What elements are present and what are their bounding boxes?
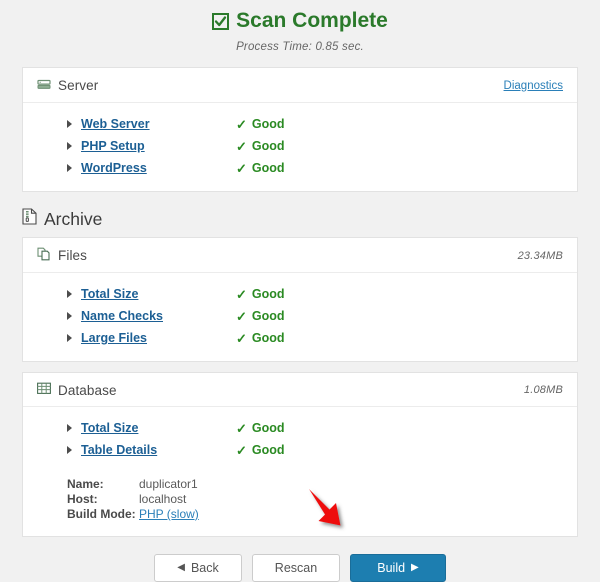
- status-badge: ✓ Good: [236, 421, 285, 435]
- check-label[interactable]: Name Checks: [81, 309, 236, 323]
- server-checks-list: Web Server ✓ Good PHP Setup ✓ Good WordP…: [23, 103, 577, 191]
- caret-right-icon[interactable]: [67, 446, 72, 454]
- check-label[interactable]: Table Details: [81, 443, 236, 457]
- database-panel-title: Database: [58, 382, 117, 398]
- rescan-button-label: Rescan: [274, 561, 318, 575]
- check-label[interactable]: Total Size: [81, 421, 236, 435]
- arrow-left-icon: ◀: [177, 562, 185, 573]
- status-text: Good: [251, 443, 285, 457]
- build-button-label: Build: [377, 561, 406, 575]
- status-badge: ✓ Good: [236, 331, 285, 345]
- files-panel-header: Files 23.34MB: [23, 238, 577, 273]
- files-checks-list: Total Size ✓ Good Name Checks ✓ Good Lar…: [23, 273, 577, 361]
- status-badge: ✓ Good: [236, 139, 285, 153]
- status-text: Good: [251, 139, 285, 153]
- diagnostics-link[interactable]: Diagnostics: [504, 80, 563, 92]
- check-row[interactable]: Web Server ✓ Good: [23, 113, 577, 135]
- files-icon: [37, 247, 51, 264]
- rescan-button[interactable]: Rescan: [252, 554, 340, 582]
- footer-button-bar: ◀ Back Rescan Build ▶: [0, 554, 600, 582]
- check-label[interactable]: PHP Setup: [81, 139, 236, 153]
- back-button[interactable]: ◀ Back: [154, 554, 242, 582]
- build-mode-link[interactable]: PHP (slow): [139, 507, 199, 522]
- caret-right-icon[interactable]: [67, 312, 72, 320]
- check-row[interactable]: PHP Setup ✓ Good: [23, 135, 577, 157]
- page-title-text: Scan Complete: [236, 9, 388, 32]
- info-value: localhost: [139, 492, 187, 506]
- check-row[interactable]: WordPress ✓ Good: [23, 157, 577, 179]
- check-icon: ✓: [236, 138, 247, 154]
- server-panel-title: Server: [58, 78, 99, 93]
- info-label: Build Mode:: [67, 507, 136, 521]
- process-time: Process Time: 0.85 sec.: [236, 41, 364, 53]
- status-badge: ✓ Good: [236, 161, 285, 175]
- caret-right-icon[interactable]: [67, 334, 72, 342]
- database-panel: Database 1.08MB Total Size ✓ Good Table …: [22, 372, 578, 537]
- status-text: Good: [251, 287, 285, 301]
- caret-right-icon[interactable]: [67, 142, 72, 150]
- caret-right-icon[interactable]: [67, 290, 72, 298]
- check-label[interactable]: Web Server: [81, 117, 236, 131]
- page-title: Scan Complete: [0, 8, 600, 34]
- server-icon: [37, 77, 51, 94]
- status-text: Good: [251, 309, 285, 323]
- check-icon: ✓: [236, 330, 247, 346]
- arrow-right-icon: ▶: [411, 562, 419, 573]
- info-row: Build Mode: PHP (slow): [67, 507, 577, 522]
- check-icon: ✓: [236, 286, 247, 302]
- server-panel-header: Server Diagnostics: [23, 68, 577, 103]
- files-panel: Files 23.34MB Total Size ✓ Good Name Che…: [22, 237, 578, 362]
- caret-right-icon[interactable]: [67, 120, 72, 128]
- archive-section-title: Archive: [44, 208, 103, 229]
- check-icon: ✓: [236, 116, 247, 132]
- check-row[interactable]: Total Size ✓ Good: [23, 283, 577, 305]
- check-row[interactable]: Large Files ✓ Good: [23, 327, 577, 349]
- check-label[interactable]: Large Files: [81, 331, 236, 345]
- database-info-block: Name: duplicator1 Host: localhost Build …: [23, 465, 577, 536]
- check-row[interactable]: Table Details ✓ Good: [23, 439, 577, 461]
- status-badge: ✓ Good: [236, 443, 285, 457]
- status-badge: ✓ Good: [236, 117, 285, 131]
- info-value: duplicator1: [139, 477, 198, 491]
- check-row[interactable]: Name Checks ✓ Good: [23, 305, 577, 327]
- database-checks-list: Total Size ✓ Good Table Details ✓ Good: [23, 407, 577, 465]
- check-icon: ✓: [236, 420, 247, 436]
- info-row: Host: localhost: [67, 492, 577, 507]
- back-button-label: Back: [190, 561, 219, 575]
- status-badge: ✓ Good: [236, 287, 285, 301]
- status-text: Good: [251, 331, 285, 345]
- info-row: Name: duplicator1: [67, 477, 577, 492]
- files-panel-title: Files: [58, 248, 88, 263]
- checkbox-checked-icon: [212, 12, 230, 30]
- status-text: Good: [251, 161, 285, 175]
- archive-file-icon: [22, 208, 37, 230]
- files-size: 23.34MB: [517, 249, 563, 262]
- build-button[interactable]: Build ▶: [350, 554, 446, 582]
- database-panel-header: Database 1.08MB: [23, 373, 577, 407]
- check-label[interactable]: WordPress: [81, 161, 236, 175]
- check-icon: ✓: [236, 442, 247, 458]
- info-label: Name:: [67, 477, 104, 491]
- info-label: Host:: [67, 492, 98, 506]
- check-label[interactable]: Total Size: [81, 287, 236, 301]
- check-icon: ✓: [236, 160, 247, 176]
- server-panel: Server Diagnostics Web Server ✓ Good PHP…: [22, 67, 578, 192]
- check-row[interactable]: Total Size ✓ Good: [23, 417, 577, 439]
- caret-right-icon[interactable]: [67, 164, 72, 172]
- caret-right-icon[interactable]: [67, 424, 72, 432]
- check-icon: ✓: [236, 308, 247, 324]
- status-text: Good: [251, 117, 285, 131]
- scan-header: Scan Complete Process Time: 0.85 sec.: [0, 0, 600, 53]
- database-size: 1.08MB: [523, 384, 563, 396]
- archive-section-heading: Archive: [22, 208, 578, 230]
- status-text: Good: [251, 421, 285, 435]
- table-grid-icon: [37, 382, 51, 398]
- status-badge: ✓ Good: [236, 309, 285, 323]
